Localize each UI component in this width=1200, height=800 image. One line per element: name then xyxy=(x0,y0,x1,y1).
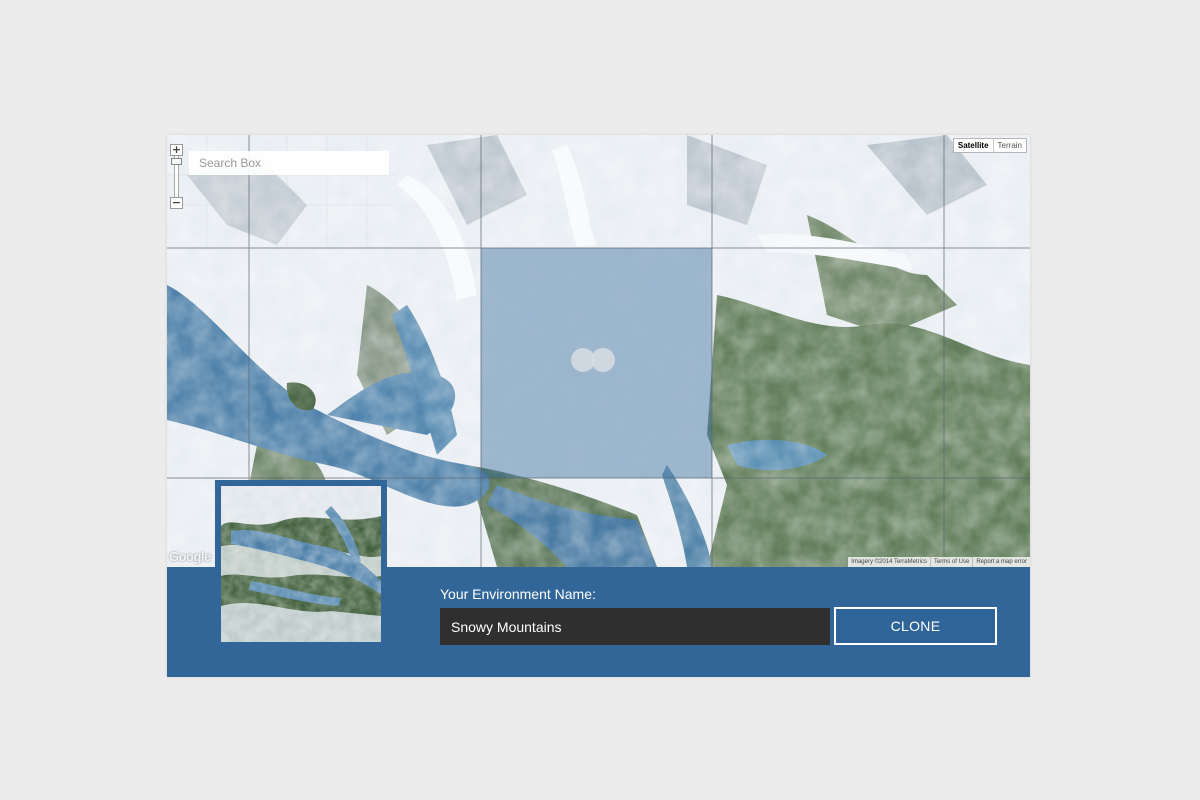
clone-button[interactable]: CLONE xyxy=(834,607,997,645)
environment-thumbnail xyxy=(215,480,387,648)
app-window: + − Satellite Terrain Google Imagery ©20… xyxy=(167,135,1030,677)
environment-name-input[interactable] xyxy=(440,608,830,645)
zoom-out-icon[interactable]: − xyxy=(170,197,183,209)
terms-of-use-link[interactable]: Terms of Use xyxy=(929,557,972,567)
report-map-error-link[interactable]: Report a map error xyxy=(972,557,1030,567)
zoom-slider[interactable] xyxy=(171,156,182,197)
map-type-terrain-button[interactable]: Terrain xyxy=(994,139,1026,152)
thumbnail-imagery xyxy=(221,486,381,642)
zoom-slider-handle[interactable] xyxy=(171,158,182,165)
environment-name-label: Your Environment Name: xyxy=(440,586,596,602)
zoom-control: + − xyxy=(170,144,183,209)
map-attribution: Imagery ©2014 TerraMetrics Terms of Use … xyxy=(848,557,1030,567)
google-logo: Google xyxy=(169,549,211,564)
zoom-in-icon[interactable]: + xyxy=(170,144,183,156)
search-input[interactable] xyxy=(189,151,389,175)
map-type-satellite-button[interactable]: Satellite xyxy=(954,139,994,152)
map-type-toggle: Satellite Terrain xyxy=(952,138,1027,153)
selection-marker-icon[interactable] xyxy=(565,340,625,380)
imagery-credit: Imagery ©2014 TerraMetrics xyxy=(851,559,927,565)
